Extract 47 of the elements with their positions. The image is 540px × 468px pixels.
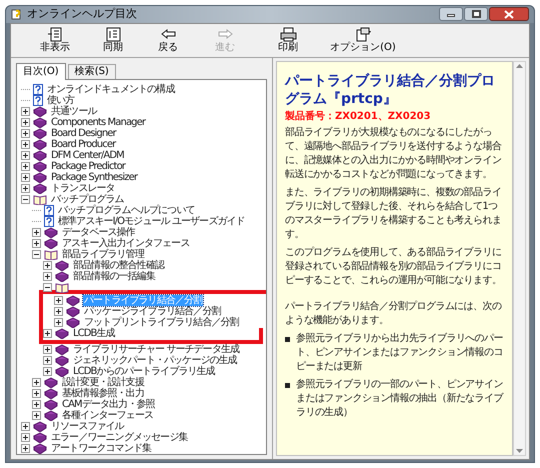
tree-item[interactable]: アスキー入出力インタフェース bbox=[61, 238, 190, 248]
tree-item[interactable]: パッケージライブラリ結合／分割 bbox=[83, 306, 222, 316]
tree-item[interactable]: エラー／ワーニングメッセージ集 bbox=[50, 432, 189, 442]
tree-item[interactable]: 部品ライブラリ管理 bbox=[61, 248, 145, 260]
product-number: 製品番号：ZX0201、ZX0203 bbox=[285, 110, 432, 124]
tab[interactable]: 目次(O) bbox=[16, 62, 66, 80]
toolbar-button[interactable]: 非表示 bbox=[25, 24, 85, 56]
tree-item[interactable]: 設計変更・設計支援 bbox=[61, 376, 145, 388]
toolbar-button[interactable]: オプション(O) bbox=[323, 24, 403, 56]
paragraph: 部品ライブラリが大規模なものになるにしたがって、遠隔地へ部品ライブラリを送付するような場合に、記憶媒体との入出力にかかる時間やオンライン転送にかかるコストなどが問題になってきます。 bbox=[285, 126, 502, 182]
tree-item[interactable]: LCDB生成 bbox=[72, 328, 116, 338]
window-title: オンラインヘルプ目次 bbox=[27, 6, 137, 22]
tree-item[interactable]: Package Predictor bbox=[50, 160, 126, 172]
paragraph: また、ライブラリの初期構築時に、複数の部品ライブラリに対して登録した後、それらを結合して1つのマスターライブラリを構築することも考えられます。 bbox=[285, 186, 502, 242]
tree-item[interactable]: 各種インターフェース bbox=[61, 410, 154, 420]
tree-item[interactable]: フットプリントライブラリ結合／分割 bbox=[83, 316, 240, 328]
tree-item[interactable]: Package Synthesizer bbox=[50, 172, 138, 182]
tree-item[interactable]: バッチプログラムヘルプについて bbox=[57, 204, 196, 216]
tree-item[interactable]: ライブラリサーチャー サーチデータ生成 bbox=[72, 344, 240, 354]
tree-item[interactable]: CAMデータ出力・参照 bbox=[61, 398, 156, 410]
tree-item[interactable]: 部品情報の整合性確認 bbox=[72, 260, 166, 270]
tree-item[interactable]: 部品情報の一括編集 bbox=[72, 270, 156, 282]
bullet-text: 参照元ライブラリから出力先ライブラリへのパート、ピンアサインまたはファンクション情報のコピーまたは更新 bbox=[296, 332, 504, 374]
tree-item[interactable]: データベース操作 bbox=[61, 226, 136, 238]
toolbar-button[interactable]: 戻る bbox=[141, 24, 195, 56]
tab[interactable]: 検索(S) bbox=[68, 64, 116, 78]
tree-item[interactable]: アートワークコマンド集 bbox=[50, 442, 152, 454]
toolbar-button[interactable]: 印刷 bbox=[255, 24, 321, 56]
tree-item[interactable]: Board Designer bbox=[50, 128, 117, 138]
tree-item[interactable]: 基板情報参照・出力 bbox=[61, 388, 145, 398]
tree-item[interactable]: バッチプログラム bbox=[50, 194, 125, 204]
tree-item[interactable]: 使い方 bbox=[46, 94, 76, 106]
tree-item[interactable]: DFM Center/ADM bbox=[50, 150, 125, 160]
bullet-text: 参照元ライブラリの一部のパート、ピンアサインまたはファンクション情報の抽出（新たなライブラリの生成） bbox=[296, 378, 504, 420]
tree-item[interactable]: LCDBからのパートライブラリ生成 bbox=[72, 366, 216, 376]
paragraph: このプログラムを使用して、ある部品ライブラリに登録されている部品情報を別の部品ライブラリにコピーすることで、これらの運用が可能になります。 bbox=[285, 246, 502, 288]
tree-item[interactable]: トランスレータ bbox=[50, 182, 116, 194]
tree-item[interactable]: リソースファイル bbox=[50, 420, 125, 432]
tree-item[interactable]: 共通ツール bbox=[50, 106, 98, 116]
page-heading: パートライブラリ結合／分割プログラム『prtcp』 bbox=[285, 72, 496, 108]
tree-item[interactable]: Board Producer bbox=[50, 138, 116, 150]
tree-item[interactable]: Components Manager bbox=[50, 116, 146, 128]
paragraph: パートライブラリ結合／分割プログラムには、次のような機能があります。 bbox=[285, 300, 502, 328]
toolbar-button[interactable]: 同期 bbox=[87, 24, 139, 56]
tree-item[interactable]: ジェネリックパート・パッケージの生成 bbox=[72, 354, 238, 366]
tree-item[interactable]: 標準アスキーI/Oモジュール ユーザーズガイド bbox=[57, 216, 246, 226]
tree-item[interactable]: オンラインドキュメントの構成 bbox=[46, 84, 176, 94]
